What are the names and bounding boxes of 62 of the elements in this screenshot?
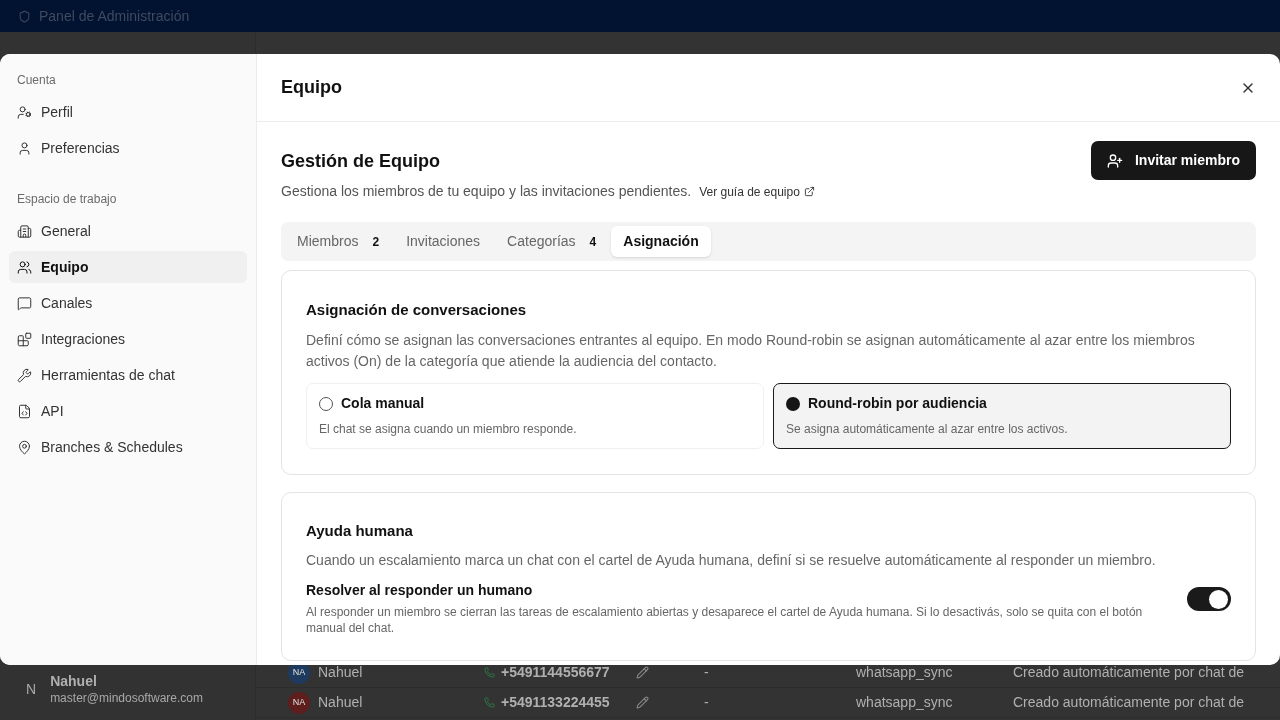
guide-link[interactable]: Ver guía de equipo [699,182,815,201]
sidebar-item[interactable]: Branches & Schedules [9,431,247,463]
section-heading: Gestión de Equipo [281,150,441,173]
tab[interactable]: Categorías 4 [495,226,609,257]
user-icon [17,140,32,156]
user-email: master@mindosoftware.com [50,690,204,706]
sidebar-item[interactable]: Herramientas de chat [9,359,247,391]
building-icon [17,223,32,239]
source-cell-text: whatsapp_sync [856,693,954,712]
sidebar-item[interactable]: Preferencias [9,132,247,164]
table-cell-text: - [704,693,710,712]
tab[interactable]: Asignación [611,226,711,257]
user-plus-icon [1106,152,1123,169]
source-cell-text: whatsapp_sync [856,663,954,682]
card-description: Definí cómo se asignan las conversaciones entrantes al equipo. En modo Round-robin se asignan automáticamente al azar entre los miembros activos (On) de la categoría que atiende la audiencia del contacto. [306,330,1196,371]
user-settings-icon [17,104,32,120]
note-cell-text: Creado automáticamente por chat de [1013,693,1245,712]
phone-icon [484,667,495,678]
option-card[interactable]: Round-robin por audiencia Se asigna automáticamente al azar entre los activos. [773,382,1231,449]
phone-icon [484,697,495,708]
wrench-icon [17,367,32,383]
section-description: Gestiona los miembros de tu equipo y las invitaciones pendientes. [281,182,692,201]
sidebar-item[interactable]: Perfil [9,96,247,128]
chat-bubble-icon [17,295,32,311]
phone-number: +5491133224455 [501,693,610,712]
setting-description: Al responder un miembro se cierran las tareas de escalamiento abiertas y desaparece el cartel de Ayuda humana. Si lo desactivás, solo se quita con el botón manual del chat. [306,604,1144,636]
edit-icon[interactable] [635,696,649,709]
invite-button[interactable]: Invitar miembro [1090,141,1256,180]
contact-name: Nahuel [318,663,363,682]
table-cell-text: - [704,663,710,682]
phone-number: +5491144556677 [501,663,610,682]
card-description: Cuando un escalamiento marca un chat con el cartel de Ayuda humana, definí si se resuelve automáticamente al responder un miembro. [306,551,1157,570]
blocks-icon [17,331,32,347]
toggle-switch[interactable] [1187,587,1231,611]
map-pin-icon [17,439,32,455]
contact-name: Nahuel [318,693,363,712]
sidebar-item[interactable]: API [9,395,247,427]
setting-label: Resolver al responder un humano [306,581,534,600]
note-cell-text: Creado automáticamente por chat de [1013,663,1245,682]
radio-icon [786,396,800,411]
sidebar-item[interactable]: Equipo [9,251,247,283]
users-icon [17,259,32,275]
dialog-title: Equipo [281,76,342,99]
code-file-icon [17,403,32,419]
tab[interactable]: Miembros 2 [285,226,392,257]
card-title: Asignación de conversaciones [306,300,528,320]
contact-avatar: NA [288,691,310,714]
external-link-icon [803,186,815,197]
sidebar-item[interactable]: General [9,215,247,247]
app-title: Panel de Administración [39,6,190,26]
user-name: Nahuel [50,672,98,690]
tab[interactable]: Invitaciones [394,226,493,257]
user-avatar: N [26,679,37,699]
edit-icon[interactable] [635,666,649,679]
section-label: Cuenta [16,72,57,89]
card-title: Ayuda humana [306,520,414,541]
radio-icon [319,396,333,411]
sidebar-item[interactable]: Integraciones [9,323,247,355]
shield-icon [18,9,31,23]
sidebar-item[interactable]: Canales [9,287,247,319]
section-label: Espacio de trabajo [16,191,118,208]
option-card[interactable]: Cola manual El chat se asigna cuando un miembro responde. [306,382,764,449]
